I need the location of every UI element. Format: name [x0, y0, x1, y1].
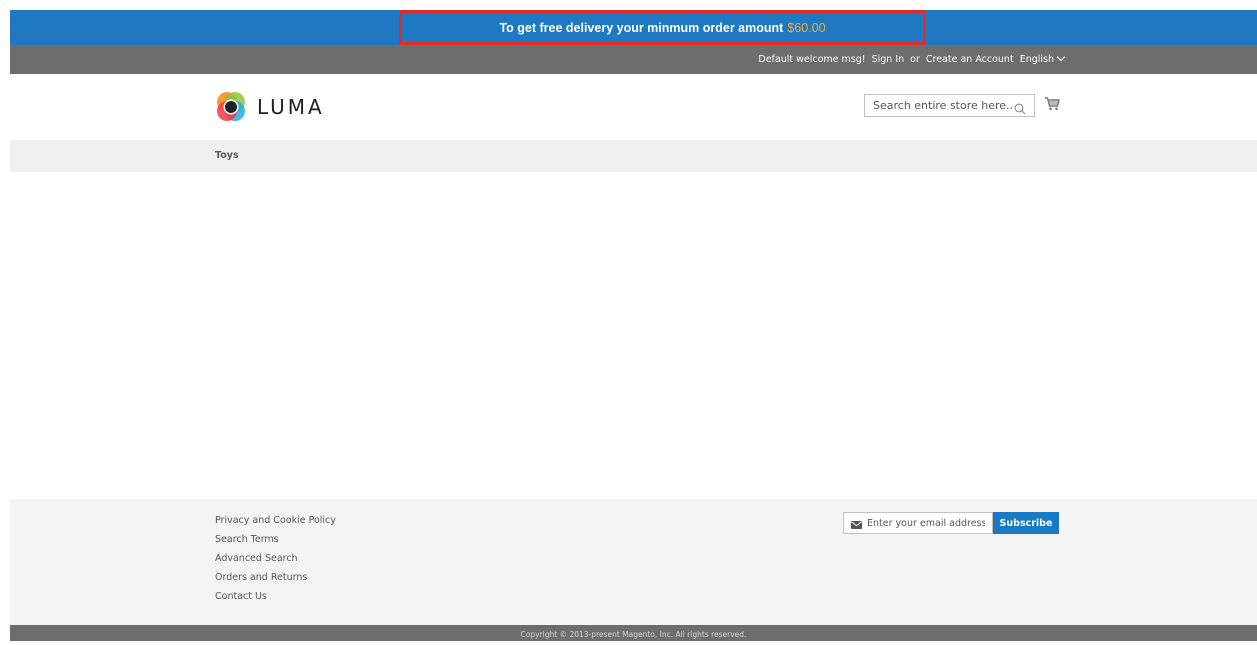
language-label: English [1019, 54, 1054, 65]
logo[interactable]: LUMA [215, 91, 325, 123]
envelope-icon [851, 514, 862, 533]
page: To get free delivery your minmum order a… [10, 10, 1257, 641]
main-navigation: Toys [10, 140, 1257, 172]
copyright-bar: Copyright © 2013-present Magento, Inc. A… [10, 625, 1257, 641]
top-bar: Default welcome msg! Sign In or Create a… [10, 45, 1257, 74]
footer-link-advanced-search[interactable]: Advanced Search [215, 551, 336, 570]
newsletter-email-input[interactable] [867, 517, 985, 529]
search-icon[interactable] [1014, 100, 1026, 119]
promo-text: To get free delivery your minmum order a… [499, 20, 784, 35]
footer-link-contact[interactable]: Contact Us [215, 589, 336, 608]
luma-logo-icon [217, 92, 245, 121]
logo-text: LUMA [257, 95, 325, 119]
newsletter-form: Subscribe [843, 512, 1059, 534]
email-field-wrapper [843, 512, 993, 534]
footer-link-search-terms[interactable]: Search Terms [215, 532, 336, 551]
cart-icon[interactable] [1044, 96, 1060, 115]
welcome-message: Default welcome msg! [758, 54, 866, 65]
search-box [864, 94, 1035, 117]
promo-message-highlight: To get free delivery your minmum order a… [399, 10, 926, 45]
footer-link-orders-returns[interactable]: Orders and Returns [215, 570, 336, 589]
language-switcher[interactable]: English [1019, 52, 1066, 65]
footer-links: Privacy and Cookie Policy Search Terms A… [215, 513, 336, 608]
chevron-down-icon [1056, 52, 1066, 62]
promo-banner: To get free delivery your minmum order a… [10, 10, 1257, 45]
footer-link-privacy[interactable]: Privacy and Cookie Policy [215, 513, 336, 532]
copyright-text: Copyright © 2013-present Magento, Inc. A… [520, 630, 747, 639]
subscribe-button[interactable]: Subscribe [993, 512, 1059, 534]
header-links: Default welcome msg! Sign In or Create a… [758, 45, 1066, 74]
nav-item-toys[interactable]: Toys [215, 140, 239, 172]
header: LUMA [10, 74, 1257, 140]
sign-in-link[interactable]: Sign In [872, 54, 905, 65]
create-account-link[interactable]: Create an Account [926, 54, 1014, 65]
promo-amount: $60.00 [787, 20, 826, 35]
footer: Privacy and Cookie Policy Search Terms A… [10, 499, 1257, 625]
search-input[interactable] [873, 95, 1013, 116]
or-text: or [910, 54, 920, 65]
